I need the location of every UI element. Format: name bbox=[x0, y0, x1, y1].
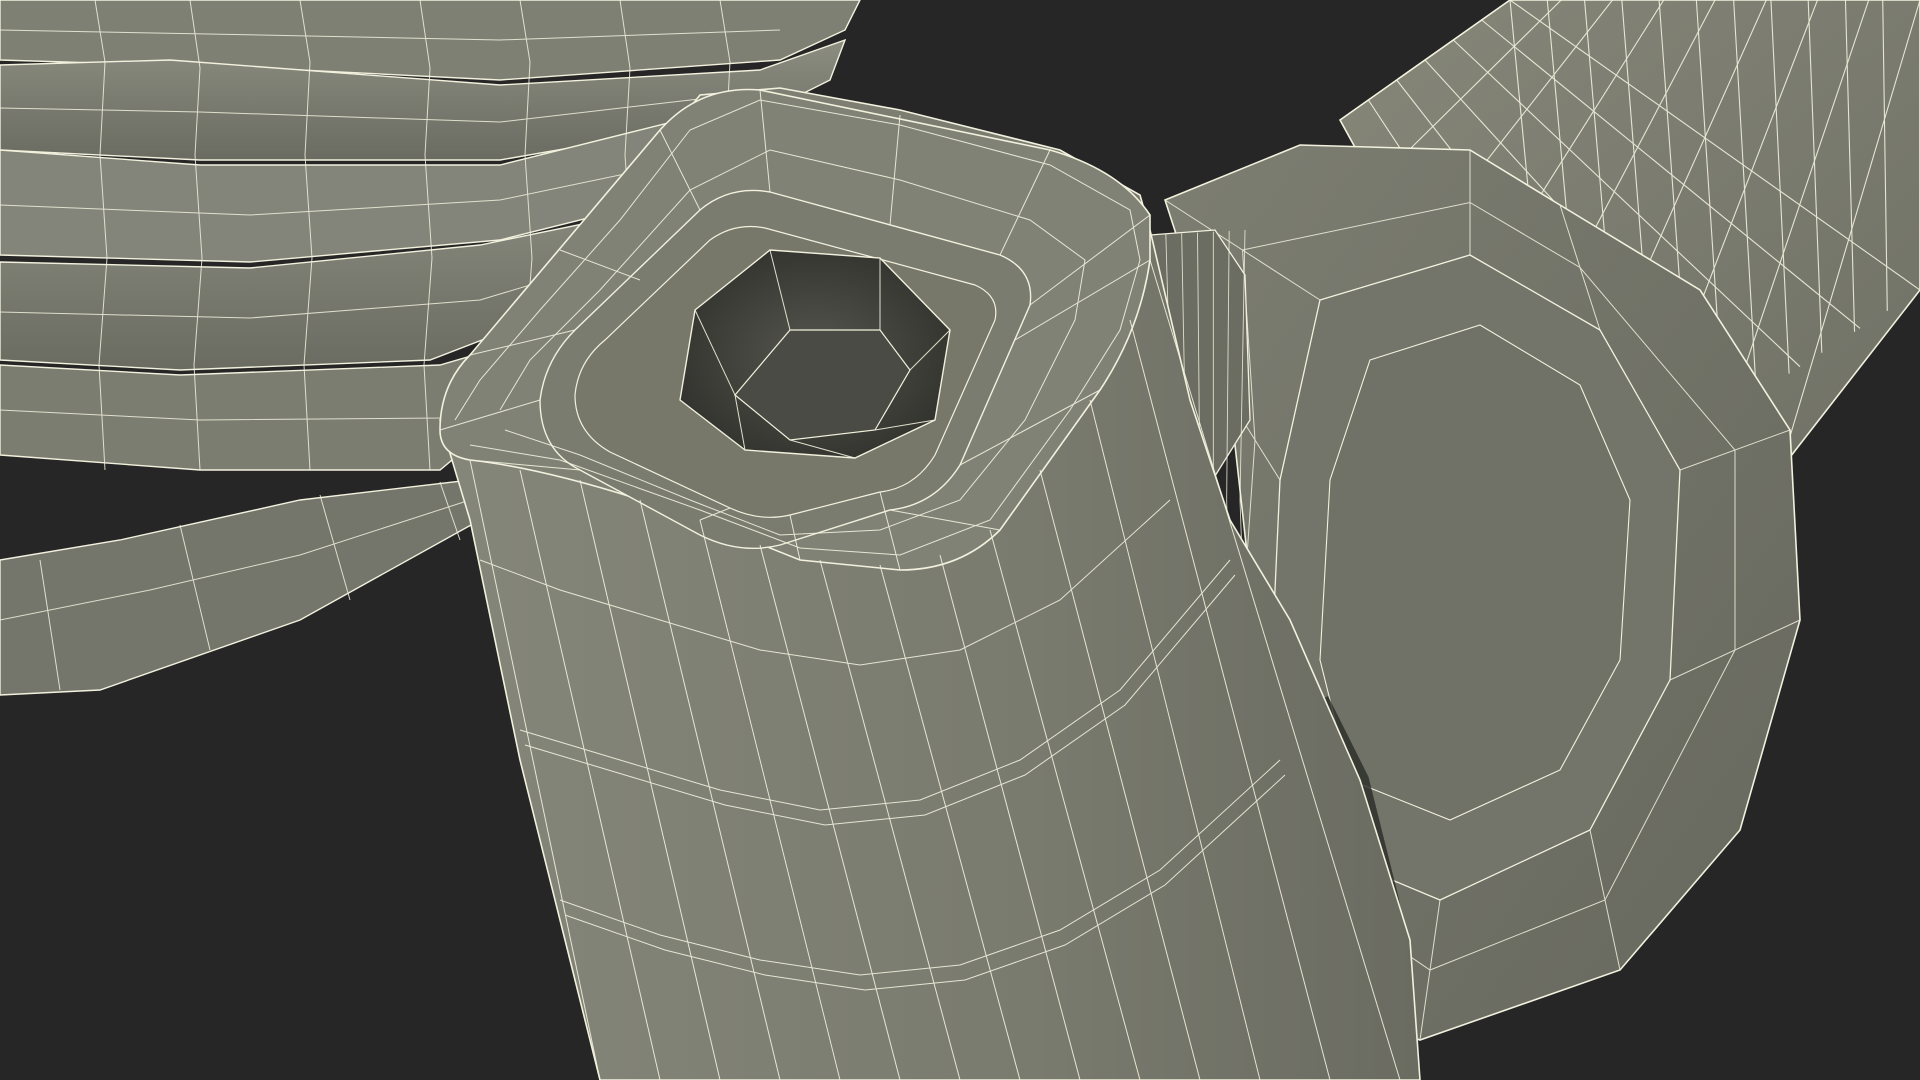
render-viewport bbox=[0, 0, 1920, 1080]
wireframe-render bbox=[0, 0, 1920, 1080]
